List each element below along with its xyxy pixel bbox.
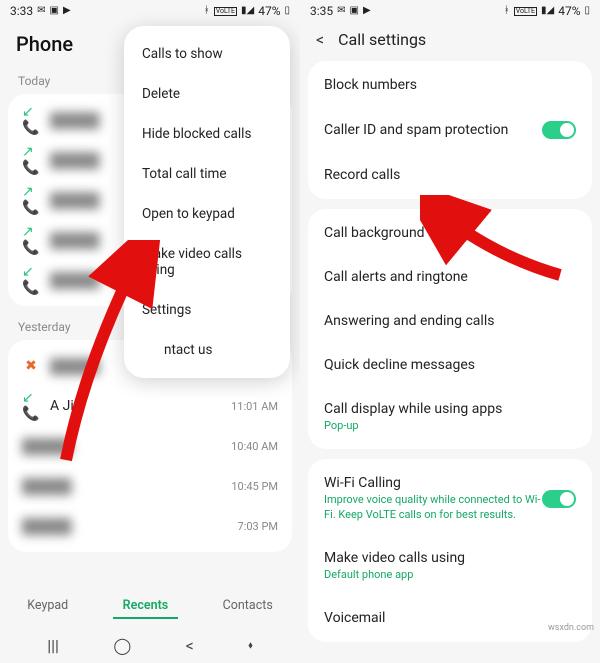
overflow-menu: Calls to show Delete Hide blocked calls … [124,26,290,378]
vid-icon: ▶ [63,6,71,16]
outgoing-call-icon: ↗📞 [22,231,40,249]
setting-wifi-calling[interactable]: Wi-Fi Calling Improve voice quality whil… [308,461,592,536]
vid-icon: ▶ [363,6,371,16]
status-bar: 3:35 ✉ ▣ ▶ ᚼ VoLTE ▮◢ 47% ▯ [300,0,600,20]
volte-icon: VoLTE [214,7,237,16]
bluetooth-icon: ᚼ [504,6,510,16]
contact-name-blurred: █████ [22,478,221,495]
setting-block-numbers[interactable]: Block numbers [308,63,592,107]
call-row[interactable]: █████ 10:45 PM [8,466,292,506]
tab-keypad[interactable]: Keypad [17,594,78,619]
call-time: 10:40 AM [231,440,278,453]
menu-delete[interactable]: Delete [124,74,290,114]
incoming-call-icon: ↙📞 [22,111,40,129]
call-row[interactable]: ↙📞 A Jio 11:01 AM [8,386,292,426]
menu-open-to-keypad[interactable]: Open to keypad [124,194,290,234]
nav-home-icon[interactable]: ◯ [113,636,131,655]
tab-recents[interactable]: Recents [113,594,179,619]
call-settings-screen: 3:35 ✉ ▣ ▶ ᚼ VoLTE ▮◢ 47% ▯ < Call setti… [300,0,600,663]
contact-name-blurred: █████ [22,518,228,535]
call-time: 11:01 AM [231,400,278,413]
phone-recents-screen: 3:33 ✉ ▣ ▶ ᚼ VoLTE ▮◢ 47% ▯ Phone Today … [0,0,300,663]
bottom-tabs: Keypad Recents Contacts [0,584,300,625]
img-icon: ▣ [350,6,359,16]
settings-group: Wi-Fi Calling Improve voice quality whil… [308,459,592,642]
incoming-call-icon: ↙📞 [22,397,40,415]
incoming-call-icon: ↙📞 [22,271,40,289]
nav-back-icon[interactable]: < [186,636,194,655]
nav-recents-icon[interactable]: ||| [47,636,59,655]
setting-voicemail[interactable]: Voicemail [308,596,592,640]
signal-icon: ▮◢ [541,6,554,16]
setting-quick-decline[interactable]: Quick decline messages [308,343,592,387]
img-icon: ▣ [50,6,59,16]
setting-call-display[interactable]: Call display while using apps Pop-up [308,387,592,447]
menu-hide-blocked[interactable]: Hide blocked calls [124,114,290,154]
menu-make-video-calls[interactable]: Make video calls using [124,234,290,290]
call-time: 10:45 PM [231,480,278,493]
battery-text: 47% [258,4,280,18]
battery-icon: ▯ [284,6,290,16]
battery-text: 47% [558,4,580,18]
setting-subtitle: Pop-up [324,419,576,433]
contact-icon: ✖ [22,357,40,375]
toggle-wifi-calling[interactable] [542,490,576,508]
setting-caller-id[interactable]: Caller ID and spam protection [308,107,592,153]
setting-call-background[interactable]: Call background [308,211,592,255]
volte-icon: VoLTE [514,7,537,16]
call-row[interactable]: █████ 10:40 AM [8,426,292,466]
outgoing-call-icon: ↗📞 [22,191,40,209]
settings-group: Call background Call alerts and ringtone… [308,209,592,449]
android-navbar: ||| ◯ < ⬪ [0,625,300,663]
bluetooth-icon: ᚼ [204,6,210,16]
menu-calls-to-show[interactable]: Calls to show [124,34,290,74]
status-bar: 3:33 ✉ ▣ ▶ ᚼ VoLTE ▮◢ 47% ▯ [0,0,300,20]
back-icon[interactable]: < [316,30,324,49]
setting-answering[interactable]: Answering and ending calls [308,299,592,343]
nav-accessibility-icon[interactable]: ⬪ [248,635,253,655]
toggle-caller-id[interactable] [542,121,576,139]
page-title: Call settings [338,30,426,49]
settings-group: Block numbers Caller ID and spam protect… [308,61,592,199]
watermark: wsxdn.com [548,623,594,633]
tab-contacts[interactable]: Contacts [213,594,283,619]
battery-icon: ▯ [584,6,590,16]
setting-video-calls[interactable]: Make video calls using Default phone app [308,536,592,596]
setting-record-calls[interactable]: Record calls [308,153,592,197]
contact-name-blurred: █████ [22,438,221,455]
msg-icon: ✉ [37,6,45,16]
menu-total-call-time[interactable]: Total call time [124,154,290,194]
contact-name: A Jio [50,398,82,414]
msg-icon: ✉ [337,6,345,16]
call-time: 7:03 PM [238,520,278,533]
signal-icon: ▮◢ [241,6,254,16]
outgoing-call-icon: ↗📞 [22,151,40,169]
settings-header: < Call settings [300,20,600,61]
status-time: 3:35 [310,4,333,18]
call-row[interactable]: █████ 7:03 PM [8,506,292,546]
setting-subtitle: Improve voice quality while connected to… [324,493,542,522]
menu-contact-us[interactable]: ntact us [124,330,290,370]
status-time: 3:33 [10,4,33,18]
menu-settings[interactable]: Settings [124,290,290,330]
setting-subtitle: Default phone app [324,568,576,582]
setting-call-alerts[interactable]: Call alerts and ringtone [308,255,592,299]
